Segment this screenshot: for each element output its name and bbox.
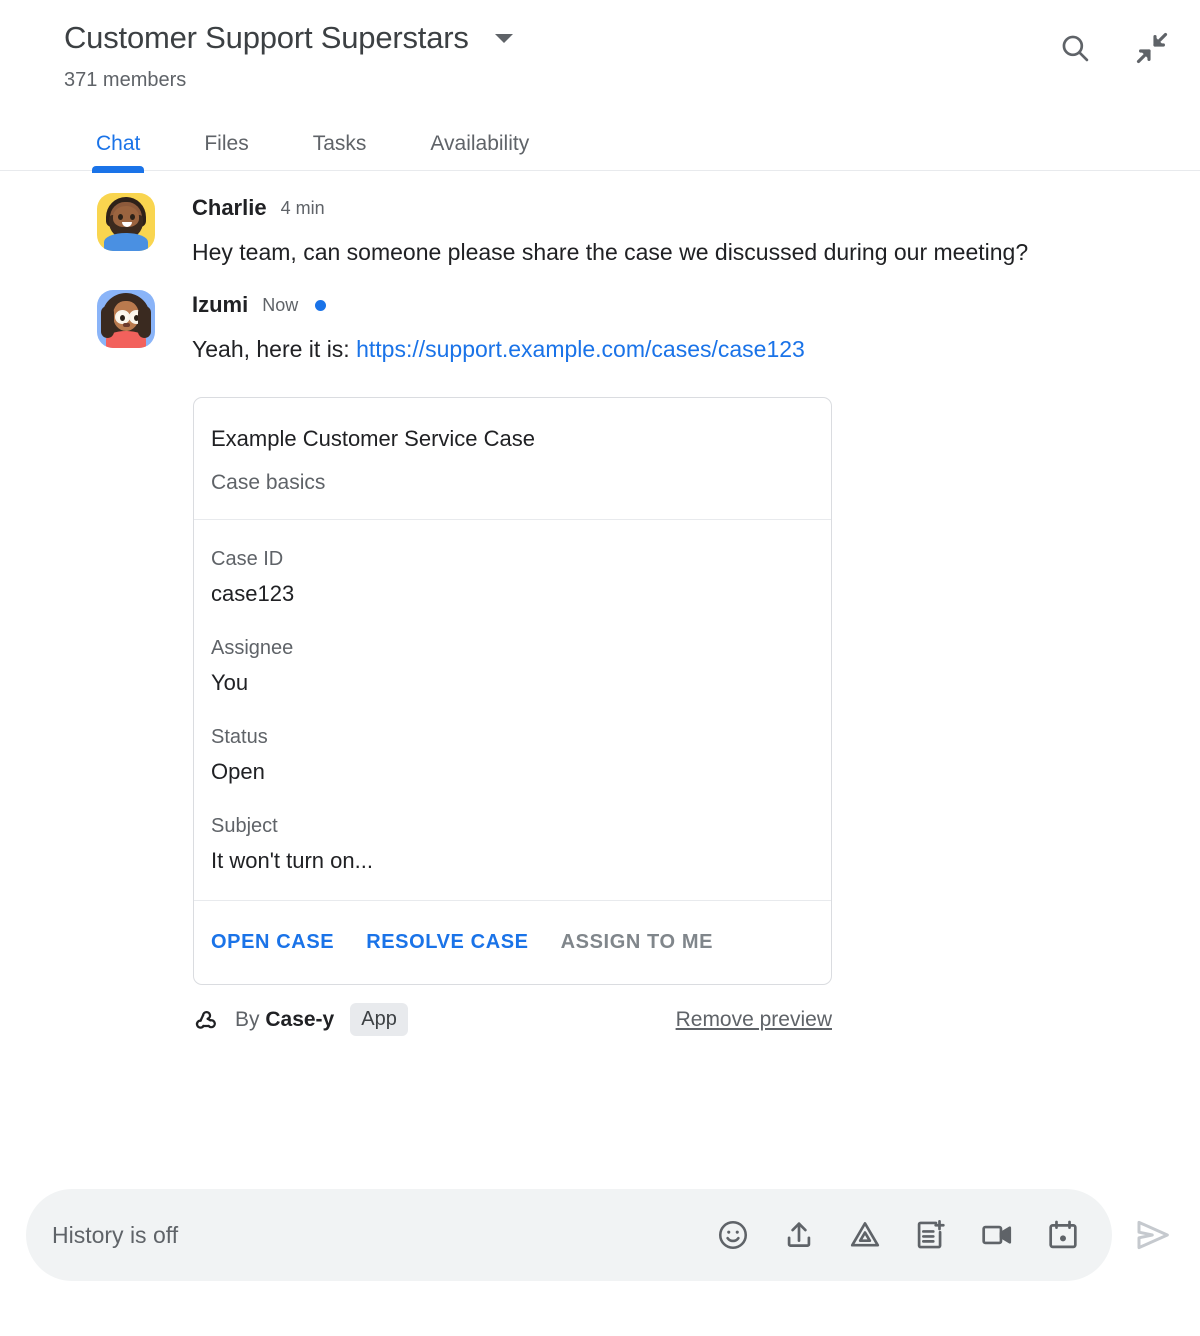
video-icon[interactable] bbox=[980, 1218, 1014, 1252]
drive-icon[interactable] bbox=[848, 1218, 882, 1252]
member-count: 371 members bbox=[64, 69, 187, 91]
field-status: Status Open bbox=[211, 724, 831, 787]
field-value: It won't turn on... bbox=[211, 848, 373, 873]
field-subject: Subject It won't turn on... bbox=[211, 813, 831, 876]
card-fields: Case ID case123 Assignee You Status Open… bbox=[194, 520, 831, 901]
card-actions: OPEN CASE RESOLVE CASE ASSIGN TO ME bbox=[194, 901, 831, 984]
field-value: case123 bbox=[211, 581, 295, 606]
field-case-id: Case ID case123 bbox=[211, 546, 831, 609]
upload-icon[interactable] bbox=[782, 1218, 816, 1252]
app-chip: App bbox=[350, 1003, 408, 1036]
tab-availability[interactable]: Availability bbox=[430, 132, 529, 170]
avatar-charlie[interactable] bbox=[97, 193, 155, 251]
field-value: You bbox=[211, 670, 249, 695]
card-subtitle: Case basics bbox=[211, 471, 326, 494]
message-body-izumi: Izumi Now Yeah, here it is: https://supp… bbox=[192, 290, 1200, 369]
message-author: Izumi bbox=[192, 292, 249, 317]
resolve-case-button[interactable]: RESOLVE CASE bbox=[366, 931, 528, 954]
calendar-icon[interactable] bbox=[1046, 1218, 1080, 1252]
card-header: Example Customer Service Case Case basic… bbox=[194, 398, 831, 520]
tab-tasks[interactable]: Tasks bbox=[313, 132, 367, 170]
message-text: Hey team, can someone please share the c… bbox=[192, 239, 1029, 265]
message-charlie: Charlie 4 min Hey team, can someone plea… bbox=[0, 193, 1200, 272]
message-author: Charlie bbox=[192, 195, 267, 220]
composer-icons bbox=[716, 1218, 1094, 1252]
message-timestamp: Now bbox=[262, 294, 299, 315]
emoji-icon[interactable] bbox=[716, 1218, 750, 1252]
case-preview-card: Example Customer Service Case Case basic… bbox=[193, 397, 832, 985]
remove-preview-link[interactable]: Remove preview bbox=[676, 1008, 832, 1032]
case-link[interactable]: https://support.example.com/cases/case12… bbox=[356, 336, 805, 362]
composer-row: History is off bbox=[0, 1189, 1200, 1281]
message-text: Yeah, here it is: https://support.exampl… bbox=[192, 329, 1082, 369]
page-title: Customer Support Superstars bbox=[64, 20, 469, 55]
header-actions bbox=[1058, 30, 1170, 66]
field-value: Open bbox=[211, 759, 265, 784]
card-attribution: By Case-y App Remove preview bbox=[193, 1003, 832, 1036]
avatar-izumi[interactable] bbox=[97, 290, 155, 348]
tab-bar: Chat Files Tasks Availability bbox=[0, 115, 1200, 173]
message-izumi: Izumi Now Yeah, here it is: https://supp… bbox=[0, 290, 1200, 369]
message-meta: Izumi Now bbox=[192, 290, 1100, 320]
case-card-wrapper: Example Customer Service Case Case basic… bbox=[193, 397, 1200, 985]
message-list: Charlie 4 min Hey team, can someone plea… bbox=[0, 171, 1200, 369]
field-assignee: Assignee You bbox=[211, 635, 831, 698]
message-timestamp: 4 min bbox=[280, 197, 325, 218]
card-title: Example Customer Service Case bbox=[211, 426, 536, 451]
message-meta: Charlie 4 min bbox=[192, 193, 1100, 223]
webhook-icon bbox=[193, 1007, 219, 1033]
attribution-text: By Case-y bbox=[235, 1008, 334, 1032]
message-composer[interactable]: History is off bbox=[26, 1189, 1112, 1281]
open-case-button[interactable]: OPEN CASE bbox=[211, 931, 334, 954]
chevron-down-icon[interactable] bbox=[494, 33, 513, 43]
message-text-prefix: Yeah, here it is: bbox=[192, 336, 357, 362]
field-label: Case ID bbox=[211, 548, 284, 570]
collapse-icon[interactable] bbox=[1134, 30, 1170, 66]
room-header: Customer Support Superstars 371 members bbox=[0, 0, 1200, 93]
tab-files[interactable]: Files bbox=[204, 132, 248, 170]
message-body-charlie: Charlie 4 min Hey team, can someone plea… bbox=[192, 193, 1200, 272]
composer-input[interactable]: History is off bbox=[52, 1222, 716, 1249]
unread-dot bbox=[315, 299, 327, 311]
field-label: Assignee bbox=[211, 637, 294, 659]
assign-to-me-button[interactable]: ASSIGN TO ME bbox=[561, 931, 713, 954]
attribution-app-name: Case-y bbox=[265, 1007, 335, 1031]
field-label: Subject bbox=[211, 815, 278, 837]
field-label: Status bbox=[211, 726, 268, 748]
attribution-by: By bbox=[235, 1007, 266, 1031]
send-icon[interactable] bbox=[1132, 1214, 1174, 1256]
search-icon[interactable] bbox=[1058, 31, 1092, 65]
doc-add-icon[interactable] bbox=[914, 1218, 948, 1252]
title-row: Customer Support Superstars bbox=[0, 18, 1200, 58]
tab-chat[interactable]: Chat bbox=[91, 132, 145, 173]
